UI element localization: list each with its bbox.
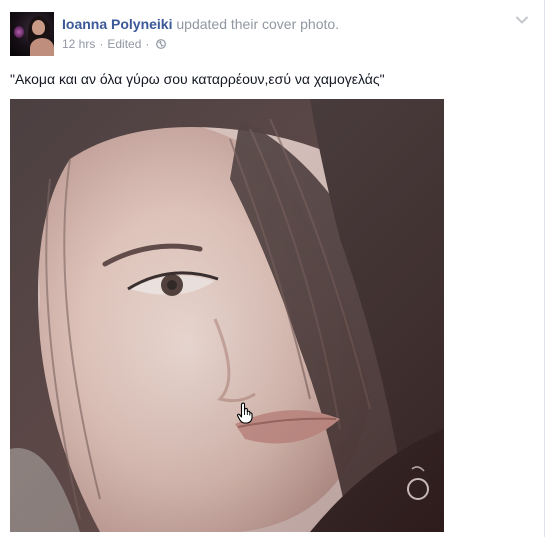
chevron-down-icon[interactable] <box>515 13 529 27</box>
author-avatar[interactable] <box>10 12 54 56</box>
avatar-face <box>32 20 45 35</box>
cover-photo[interactable] <box>10 99 444 532</box>
globe-icon[interactable] <box>156 39 167 49</box>
avatar-shoulder <box>30 38 54 56</box>
cover-photo-image <box>10 99 444 532</box>
newsfeed-story: Ioanna Polyneiki updated their cover pho… <box>0 0 545 537</box>
story-meta: 12 hrs · Edited · <box>62 36 167 52</box>
meta-separator: · <box>99 37 104 51</box>
edited-link[interactable]: Edited <box>107 37 141 51</box>
post-caption: "Ακομα και αν όλα γύρω σου καταρρέουν,εσ… <box>10 71 385 87</box>
story-header: Ioanna Polyneiki updated their cover pho… <box>62 15 339 33</box>
meta-separator: · <box>145 37 150 51</box>
timestamp-link[interactable]: 12 hrs <box>62 37 95 51</box>
author-name-link[interactable]: Ioanna Polyneiki <box>62 16 172 32</box>
story-action-text: updated their cover photo. <box>176 16 340 32</box>
avatar-light-glow <box>14 26 24 38</box>
